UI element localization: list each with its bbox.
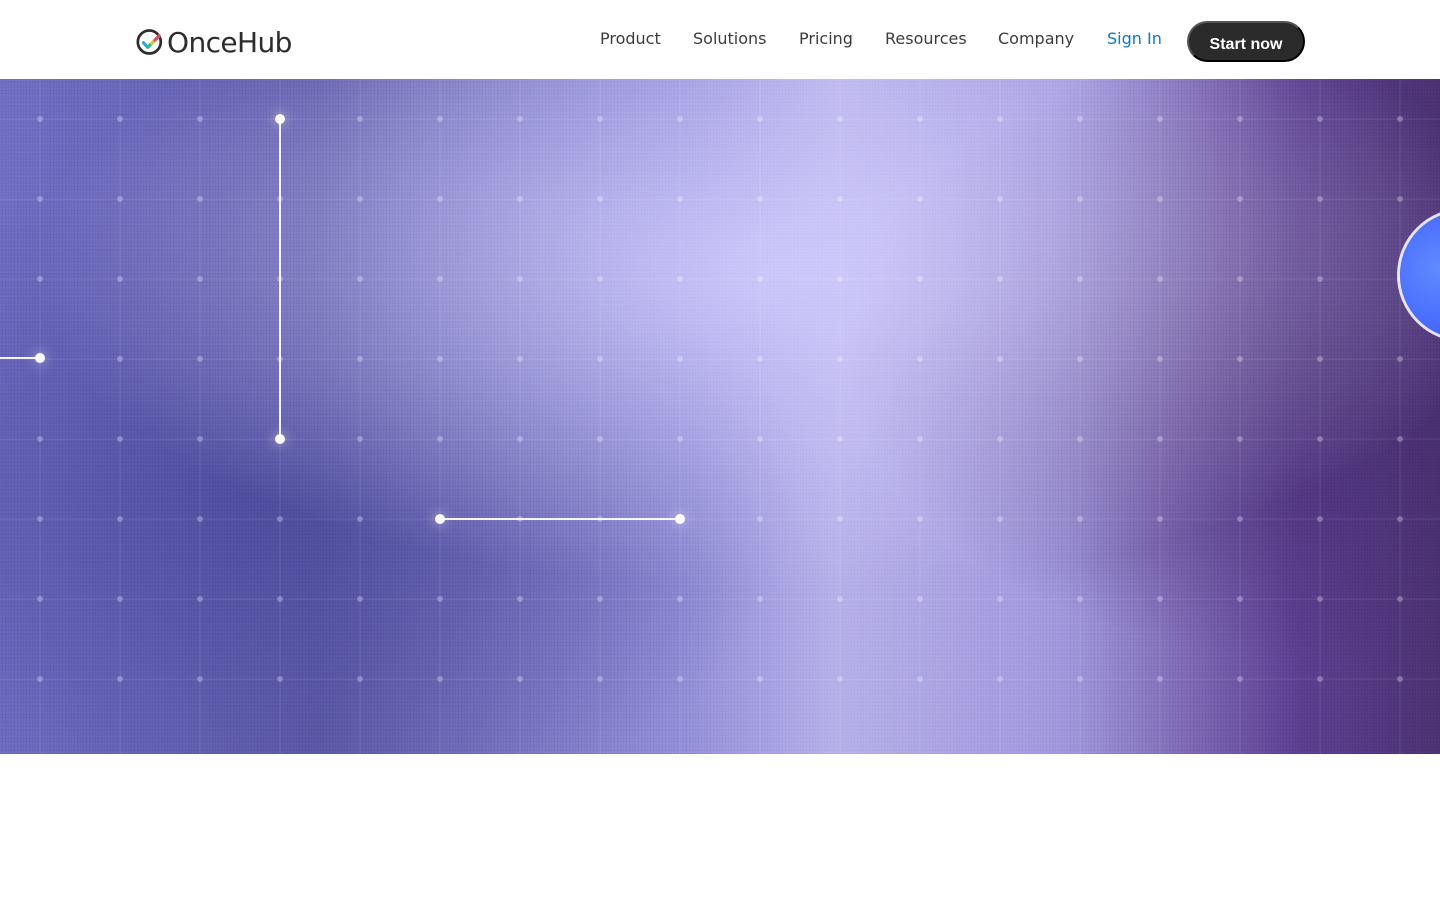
hero-section xyxy=(0,79,1440,754)
connector-node xyxy=(275,434,285,444)
hero-grid-pattern xyxy=(0,79,1440,754)
grid-vertical-lines xyxy=(39,79,1401,754)
start-now-button[interactable]: Start now xyxy=(1187,21,1305,62)
grid-horizontal-lines xyxy=(0,118,1440,680)
circle-icon xyxy=(1400,211,1440,339)
connector-node xyxy=(35,353,45,363)
grid-dots xyxy=(37,116,1403,682)
nav-company-link[interactable]: Company xyxy=(998,29,1074,49)
nav-pricing-link[interactable]: Pricing xyxy=(799,29,853,49)
connector-node xyxy=(275,114,285,124)
connector-node xyxy=(435,514,445,524)
main-navigation: Product Solutions Pricing Resources Comp… xyxy=(0,0,1440,79)
nav-resources-link[interactable]: Resources xyxy=(885,29,967,49)
page-section-below-hero xyxy=(0,754,1440,900)
nav-product-link[interactable]: Product xyxy=(600,29,661,49)
sign-in-link[interactable]: Sign In xyxy=(1107,29,1162,49)
hero-connector-lines xyxy=(0,114,685,524)
connector-node xyxy=(675,514,685,524)
nav-solutions-link[interactable]: Solutions xyxy=(693,29,767,49)
top-navigation-bar: OnceHub Product Solutions Pricing Resour… xyxy=(0,0,1440,79)
